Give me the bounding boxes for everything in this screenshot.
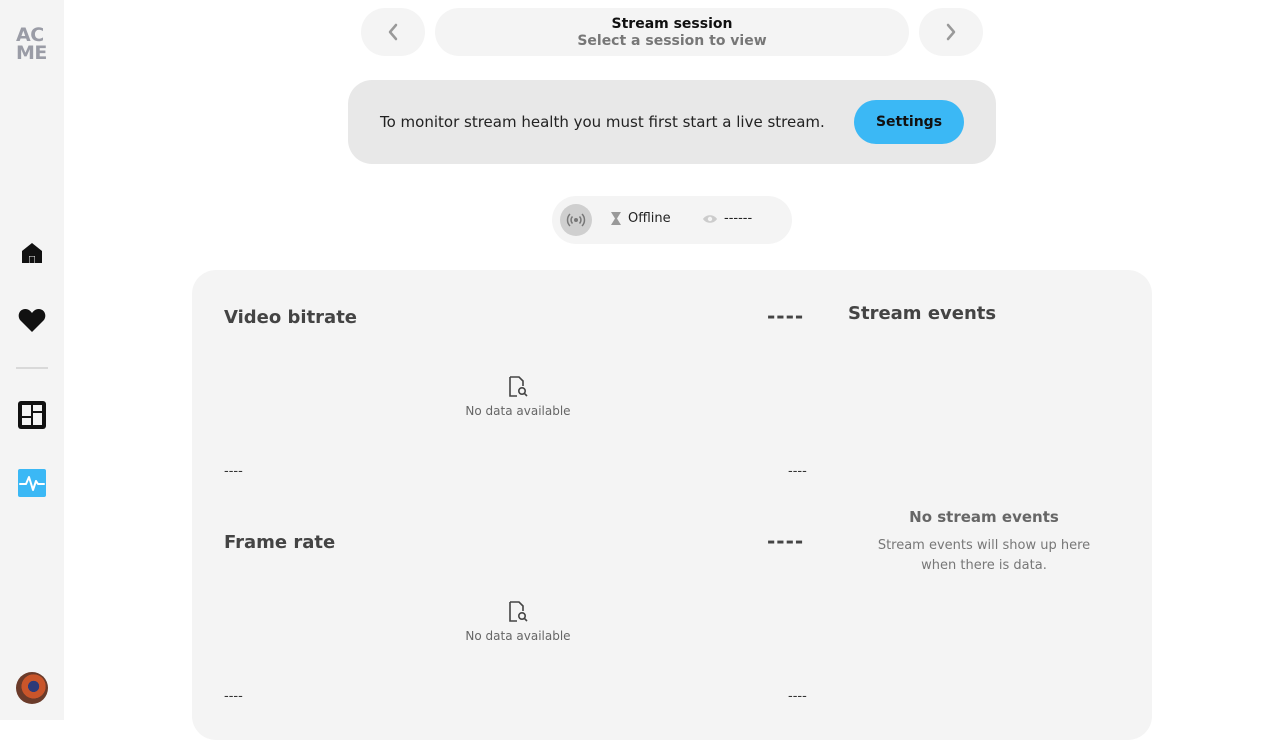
eye-icon bbox=[703, 214, 717, 223]
chevron-right-icon bbox=[946, 23, 956, 41]
video-bitrate-title: Video bitrate bbox=[224, 307, 358, 328]
settings-button[interactable]: Settings bbox=[854, 100, 964, 144]
sidebar-item-favorites[interactable] bbox=[16, 304, 48, 336]
frame-rate-value: ---- bbox=[767, 529, 805, 553]
stream-events-empty-state: No stream events Stream events will show… bbox=[872, 508, 1096, 576]
heart-icon bbox=[18, 309, 46, 332]
sidebar: AC ME bbox=[0, 0, 64, 720]
video-bitrate-axis-end: ---- bbox=[788, 464, 807, 479]
home-icon bbox=[22, 243, 42, 263]
hourglass-icon bbox=[611, 212, 621, 225]
session-subtitle: Select a session to view bbox=[577, 33, 767, 49]
file-search-icon bbox=[509, 376, 528, 397]
stream-state: Offline bbox=[610, 211, 671, 226]
broadcast-status-button[interactable] bbox=[560, 204, 592, 236]
sidebar-item-stream-health[interactable] bbox=[16, 467, 48, 499]
viewer-count-value: ------ bbox=[724, 211, 753, 226]
frame-rate-empty-state: No data available bbox=[448, 601, 588, 643]
stream-state-label: Offline bbox=[628, 211, 671, 226]
notice-message: To monitor stream health you must first … bbox=[380, 113, 825, 131]
stream-status-bar: Offline ------ bbox=[552, 196, 792, 244]
frame-rate-title: Frame rate bbox=[224, 532, 336, 553]
video-bitrate-empty-state: No data available bbox=[448, 376, 588, 418]
acme-logo[interactable]: AC ME bbox=[16, 26, 50, 64]
file-search-icon bbox=[509, 601, 528, 622]
stream-events-title: Stream events bbox=[848, 303, 997, 324]
sidebar-item-home[interactable] bbox=[16, 237, 48, 269]
logo-line-2: ME bbox=[16, 42, 47, 64]
stream-events-empty-line-2: when there is data. bbox=[921, 558, 1047, 573]
activity-icon bbox=[18, 469, 46, 497]
viewer-count: ------ bbox=[702, 211, 752, 226]
frame-rate-empty-text: No data available bbox=[465, 629, 571, 643]
frame-rate-axis-end: ---- bbox=[788, 689, 807, 704]
stream-events-empty-line-1: Stream events will show up here bbox=[877, 538, 1091, 553]
chevron-left-icon bbox=[388, 23, 398, 41]
video-bitrate-axis-start: ---- bbox=[224, 464, 243, 479]
sidebar-divider bbox=[16, 367, 48, 369]
broadcast-icon bbox=[566, 213, 586, 227]
dashboard-icon bbox=[18, 401, 46, 429]
video-bitrate-value: ---- bbox=[767, 304, 805, 328]
notice-banner: To monitor stream health you must first … bbox=[348, 80, 996, 164]
user-avatar[interactable] bbox=[16, 672, 48, 704]
sidebar-item-dashboard[interactable] bbox=[16, 399, 48, 431]
frame-rate-axis-start: ---- bbox=[224, 689, 243, 704]
next-session-button[interactable] bbox=[919, 8, 983, 56]
stream-health-card: Video bitrate ---- No data available ---… bbox=[192, 270, 1152, 740]
session-selector[interactable]: Stream session Select a session to view bbox=[435, 8, 909, 56]
video-bitrate-empty-text: No data available bbox=[465, 404, 571, 418]
previous-session-button[interactable] bbox=[361, 8, 425, 56]
stream-events-empty-title: No stream events bbox=[909, 508, 1059, 526]
session-title: Stream session bbox=[611, 16, 733, 32]
